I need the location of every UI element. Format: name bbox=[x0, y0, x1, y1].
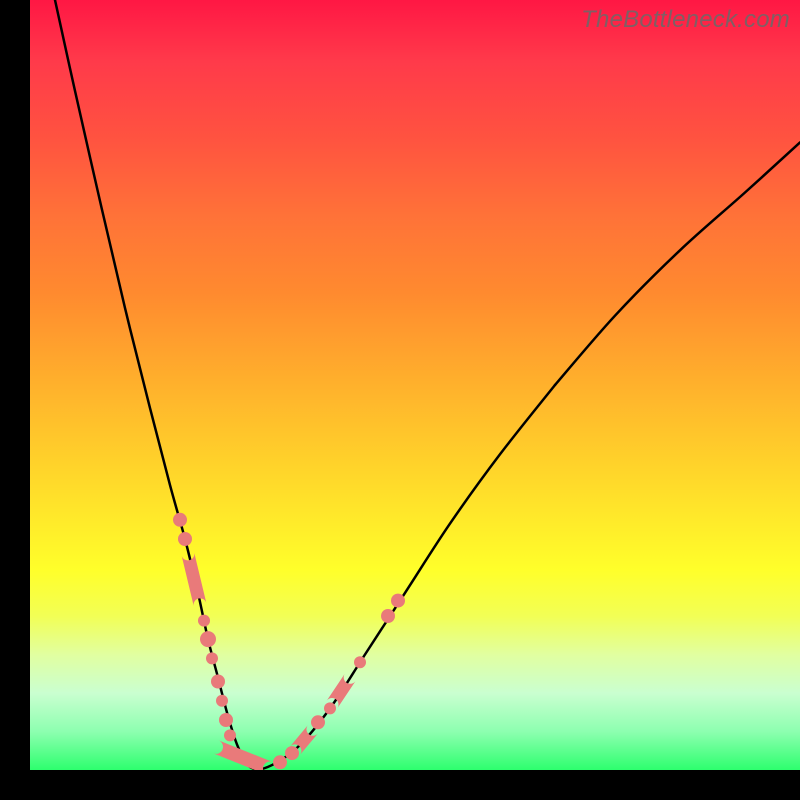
curve-marker-band bbox=[182, 553, 207, 606]
curve-marker-dot bbox=[173, 513, 187, 527]
curve-marker-dot bbox=[178, 532, 192, 546]
curve-marker-dot bbox=[311, 715, 325, 729]
curve-marker-band bbox=[213, 740, 272, 770]
curve-marker-dot bbox=[206, 652, 218, 664]
curve-marker-dot bbox=[216, 695, 228, 707]
chart-svg bbox=[30, 0, 800, 770]
curve-marker-dot bbox=[273, 755, 287, 769]
curve-marker-dot bbox=[285, 746, 299, 760]
plot-area: TheBottleneck.com bbox=[30, 0, 800, 770]
curve-marker-dot bbox=[381, 609, 395, 623]
curve-marker-dot bbox=[211, 675, 225, 689]
curve-marker-dot bbox=[224, 729, 236, 741]
curve-marker-dot bbox=[200, 631, 216, 647]
curve-marker-dot bbox=[354, 656, 366, 668]
bottleneck-curve-right bbox=[555, 142, 800, 385]
curve-marker-dot bbox=[391, 594, 405, 608]
outer-frame: TheBottleneck.com bbox=[0, 0, 800, 800]
curve-marker-dot bbox=[324, 702, 336, 714]
curve-marker-dot bbox=[219, 713, 233, 727]
bottleneck-curve-left bbox=[55, 0, 555, 769]
curve-marker-dot bbox=[198, 615, 210, 627]
